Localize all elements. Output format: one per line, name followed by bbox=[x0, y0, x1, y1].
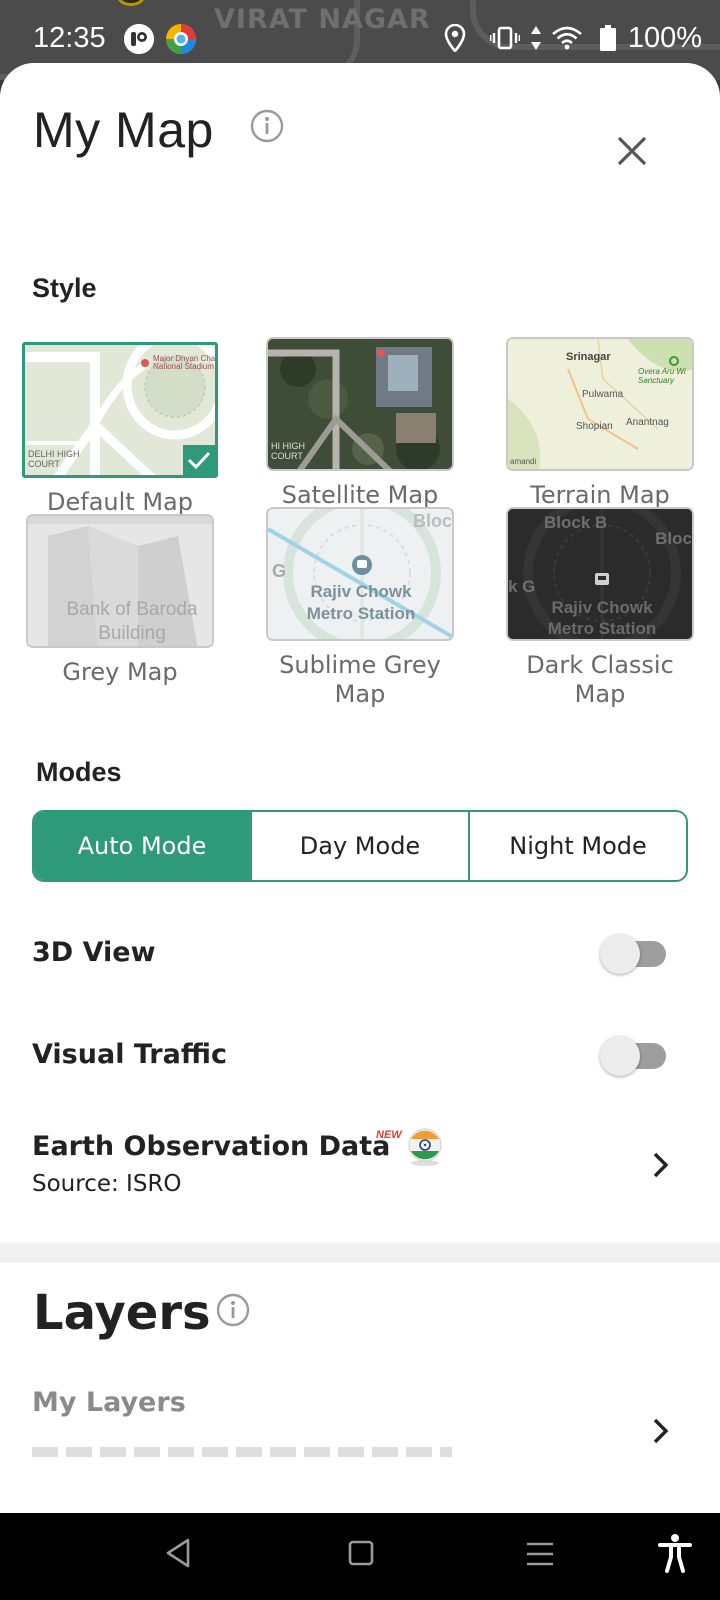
status-time: 12:35 bbox=[33, 22, 106, 54]
dark-classic-map-thumbnail: Block B Bloc k G Rajiv Chowk Metro Stati… bbox=[506, 507, 694, 641]
layers-title: Layers bbox=[33, 1285, 211, 1341]
style-label: Default Map bbox=[47, 488, 193, 516]
thumb-poi-label: Major Dhyan Cha National Stadium bbox=[153, 354, 216, 371]
thumb-court-label: DELHI HIGH COURT bbox=[28, 449, 80, 469]
selected-check-badge bbox=[183, 445, 215, 475]
page-title: My Map bbox=[33, 102, 214, 158]
app-icon-1 bbox=[124, 24, 154, 54]
earth-observation-source: Source: ISRO bbox=[32, 1171, 182, 1197]
info-icon[interactable] bbox=[250, 109, 284, 148]
visual-traffic-label: Visual Traffic bbox=[32, 1039, 227, 1070]
terrain-anantnag-label: Anantnag bbox=[626, 417, 669, 428]
my-map-sheet: My Map Style Major Dhyan Cha National St… bbox=[0, 63, 720, 1513]
sublime-station-label: Rajiv Chowk Metro Station bbox=[306, 582, 416, 623]
accessibility-icon[interactable] bbox=[658, 1533, 692, 1578]
new-badge: NEW bbox=[376, 1129, 402, 1141]
night-mode-button[interactable]: Night Mode bbox=[468, 812, 686, 880]
terrain-overa-label: Overa Aru Wi Sanctuary bbox=[638, 367, 686, 385]
mode-selector: Auto Mode Day Mode Night Mode bbox=[32, 810, 688, 882]
battery-icon bbox=[599, 25, 616, 51]
day-mode-button[interactable]: Day Mode bbox=[250, 812, 468, 880]
dark-block-b-label: Block B bbox=[544, 513, 608, 532]
style-label: Terrain Map bbox=[530, 481, 670, 509]
back-icon[interactable] bbox=[164, 1537, 192, 1574]
close-button[interactable] bbox=[610, 129, 654, 173]
terrain-pulwama-label: Pulwama bbox=[582, 389, 624, 400]
navigation-bar bbox=[0, 1513, 720, 1600]
dark-block-label: Bloc bbox=[655, 529, 692, 548]
check-icon bbox=[187, 451, 211, 470]
terrain-map-thumbnail: Srinagar Overa Aru Wi Sanctuary Pulwama … bbox=[506, 337, 694, 471]
style-sublime-grey-map[interactable]: Bloc G Rajiv Chowk Metro Station Sublime… bbox=[262, 507, 458, 709]
satellite-map-thumbnail: HI HIGH COURT bbox=[266, 337, 454, 471]
sublime-grey-map-thumbnail: Bloc G Rajiv Chowk Metro Station bbox=[266, 507, 454, 641]
app-icon-2 bbox=[166, 24, 196, 54]
thumb-court-label: HI HIGH COURT bbox=[271, 441, 306, 461]
map-place-label: VIRAT NAGAR bbox=[214, 4, 431, 35]
section-divider bbox=[0, 1243, 720, 1263]
style-default-map[interactable]: Major Dhyan Cha National Stadium DELHI H… bbox=[22, 342, 218, 517]
recents-icon[interactable] bbox=[526, 1542, 554, 1571]
location-icon bbox=[444, 24, 466, 52]
home-icon[interactable] bbox=[348, 1540, 374, 1571]
style-label: Satellite Map bbox=[281, 481, 439, 509]
terrain-shopian-label: Shopian bbox=[576, 421, 613, 432]
my-layers-label: My Layers bbox=[32, 1387, 186, 1418]
style-label: Dark Classic Map bbox=[526, 651, 674, 708]
layers-info-icon[interactable] bbox=[216, 1293, 250, 1332]
dark-station-label: Rajiv Chowk Metro Station bbox=[547, 598, 657, 638]
visual-traffic-toggle[interactable] bbox=[600, 1035, 668, 1076]
my-layers-subtitle-faded bbox=[32, 1447, 452, 1457]
sublime-g-label: G bbox=[272, 561, 287, 581]
modes-section-label: Modes bbox=[36, 757, 122, 787]
grey-building-label: Bank of Baroda Building bbox=[66, 599, 198, 644]
dark-g-label: k G bbox=[508, 577, 536, 596]
style-terrain-map[interactable]: Srinagar Overa Aru Wi Sanctuary Pulwama … bbox=[502, 337, 698, 510]
grey-map-thumbnail: Bank of Baroda Building bbox=[26, 514, 214, 648]
style-section-label: Style bbox=[32, 273, 97, 303]
sublime-block-label: Bloc bbox=[412, 511, 452, 531]
earth-observation-row[interactable]: Earth Observation Data NEW Source: ISRO bbox=[0, 1103, 720, 1203]
3d-view-toggle[interactable] bbox=[600, 933, 668, 974]
terrain-srinagar-label: Srinagar bbox=[566, 351, 611, 363]
style-satellite-map[interactable]: HI HIGH COURT Satellite Map bbox=[262, 337, 458, 510]
style-label: Sublime Grey Map bbox=[279, 651, 441, 708]
style-label: Grey Map bbox=[62, 658, 178, 686]
vibrate-icon bbox=[489, 26, 520, 50]
toggle-knob bbox=[600, 934, 640, 974]
isro-logo-icon bbox=[406, 1127, 444, 1172]
wifi-icon bbox=[551, 26, 582, 50]
data-arrows-icon bbox=[530, 25, 542, 51]
chevron-right-icon bbox=[652, 1151, 670, 1184]
my-layers-row[interactable]: My Layers bbox=[0, 1373, 720, 1463]
style-grey-map[interactable]: Bank of Baroda Building Grey Map bbox=[22, 514, 218, 687]
default-map-thumbnail: Major Dhyan Cha National Stadium DELHI H… bbox=[22, 342, 218, 478]
3d-view-label: 3D View bbox=[32, 937, 156, 968]
battery-percent: 100% bbox=[627, 21, 702, 54]
chevron-right-icon bbox=[652, 1417, 670, 1450]
terrain-amandi-label: amandi bbox=[510, 457, 537, 466]
style-dark-classic-map[interactable]: Block B Bloc k G Rajiv Chowk Metro Stati… bbox=[502, 507, 698, 709]
status-icons: 100% bbox=[444, 20, 702, 56]
earth-observation-title: Earth Observation Data bbox=[32, 1131, 391, 1162]
auto-mode-button[interactable]: Auto Mode bbox=[34, 812, 250, 880]
toggle-knob bbox=[600, 1036, 640, 1076]
close-icon bbox=[617, 136, 647, 166]
